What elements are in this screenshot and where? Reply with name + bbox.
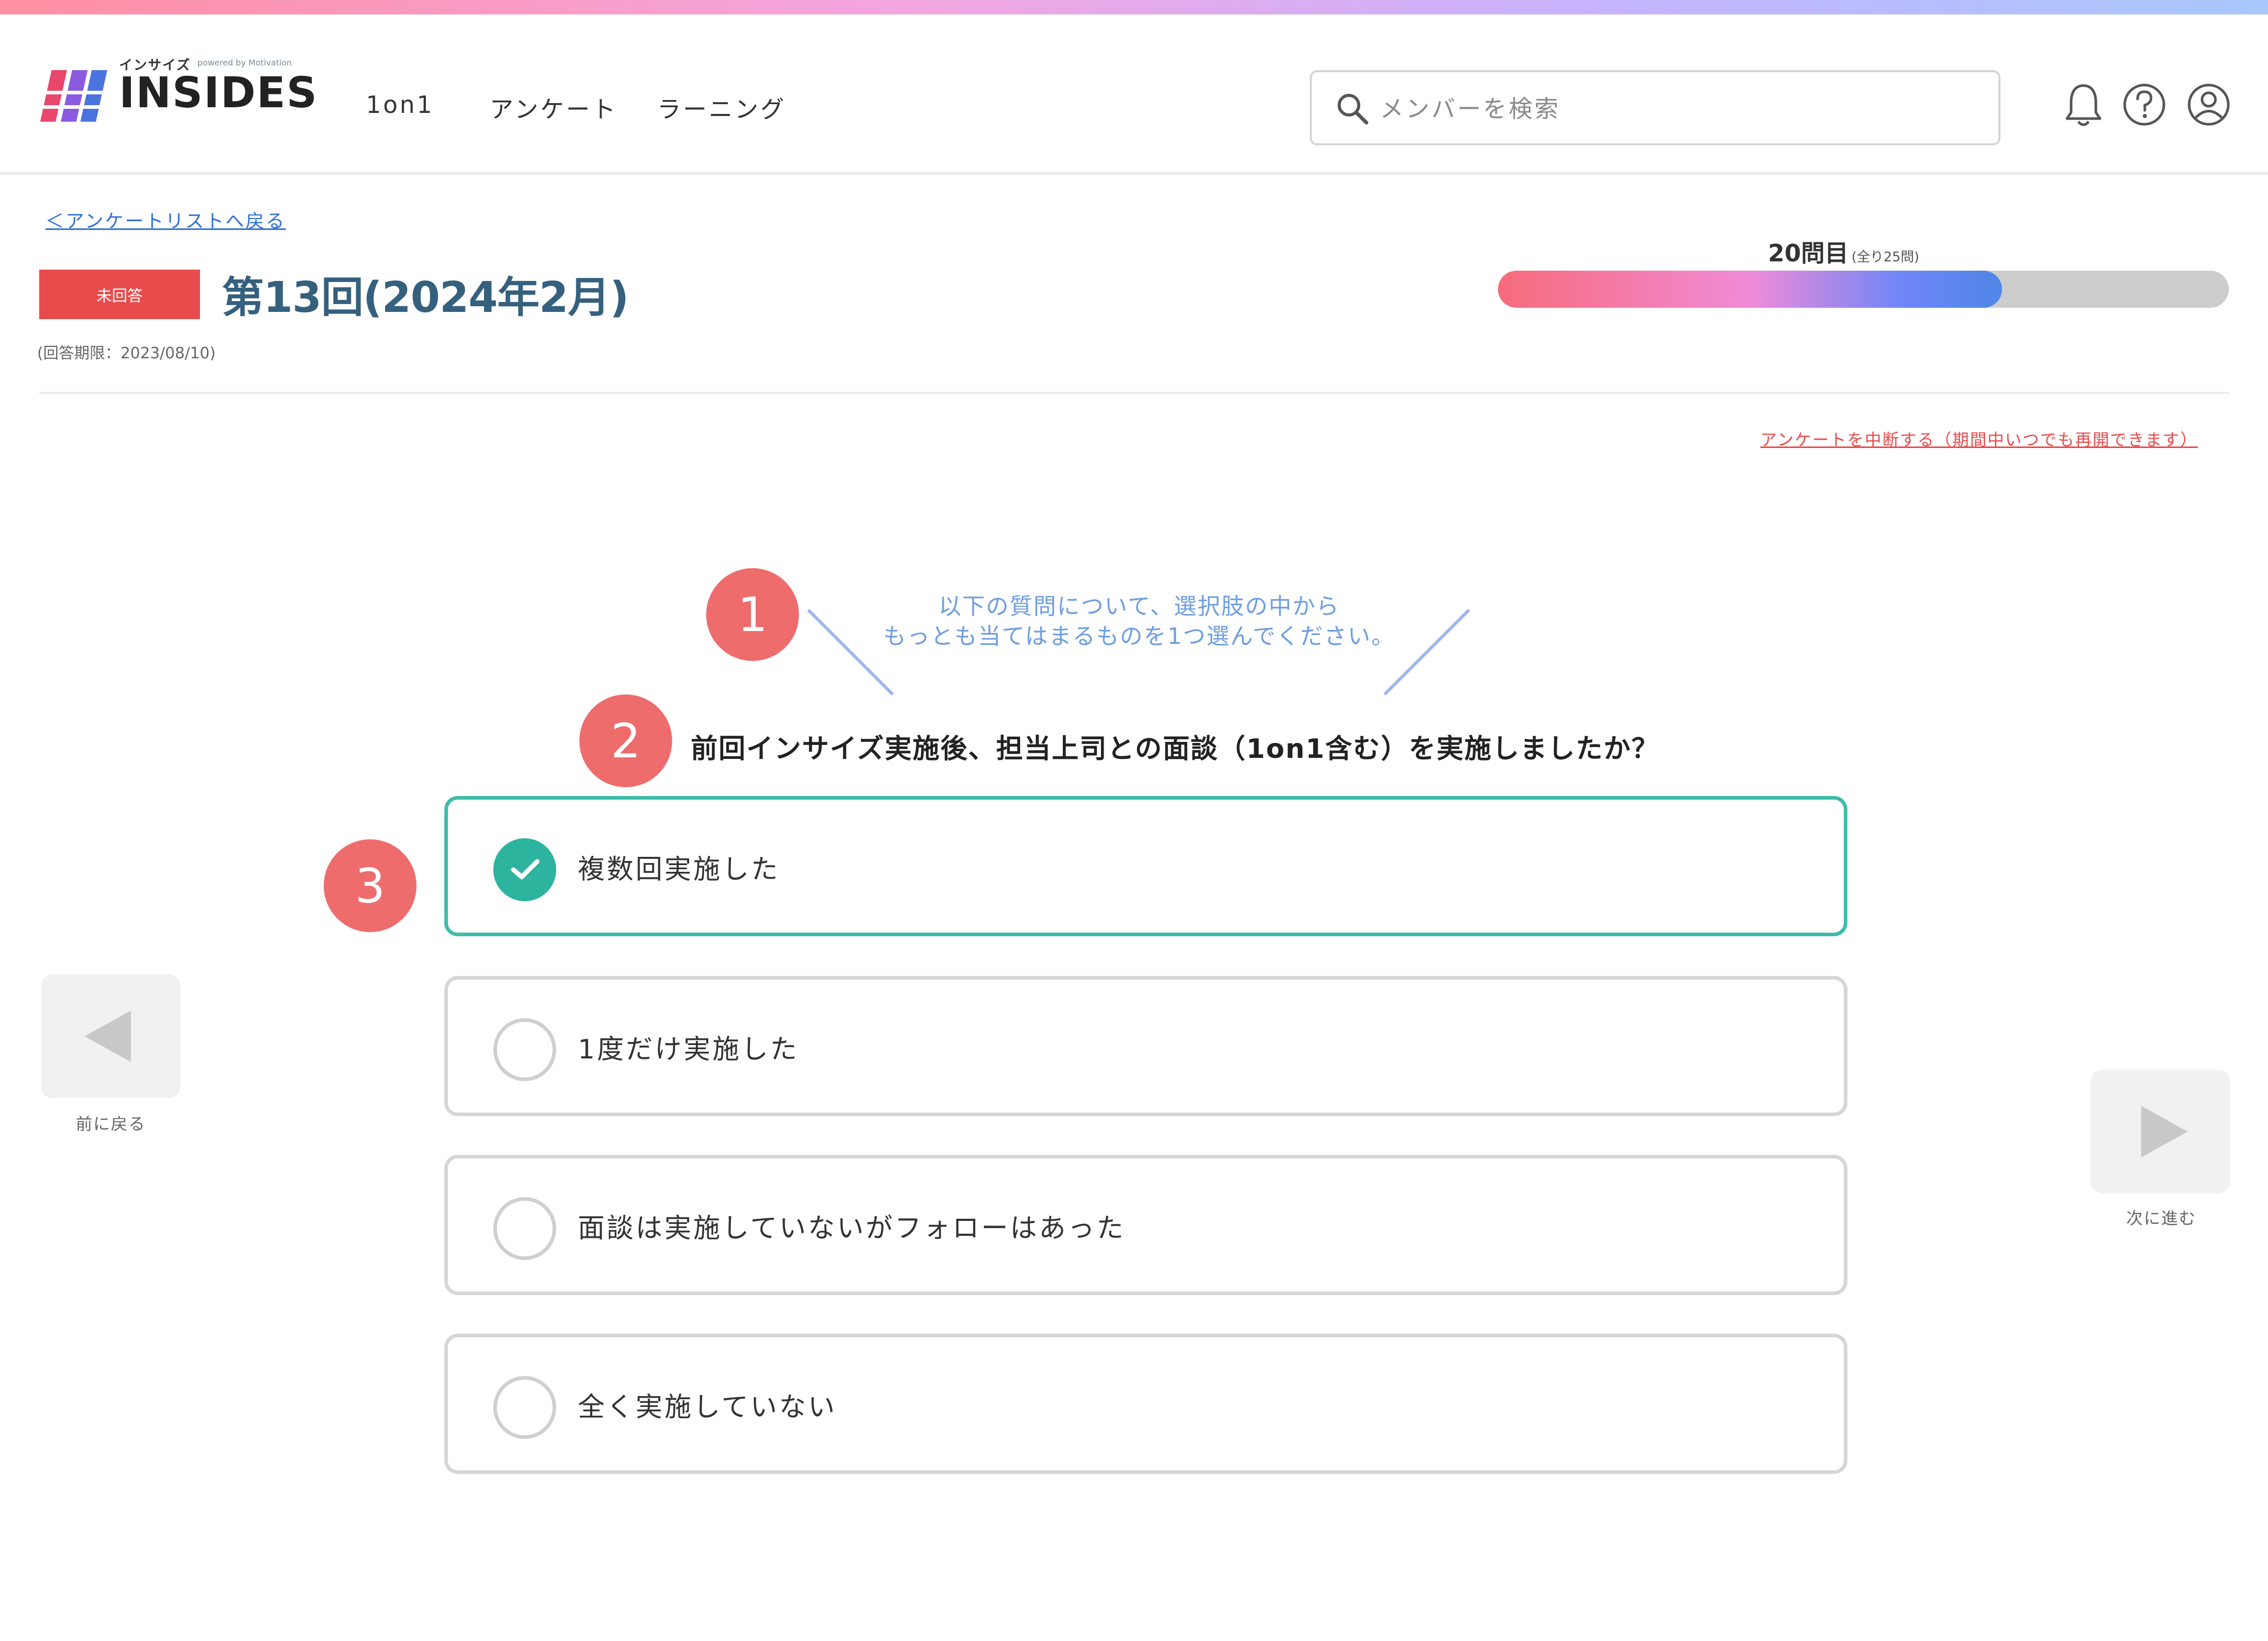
instruction-line-2: もっとも当てはまるものを1つ選んでください。 bbox=[883, 623, 1395, 650]
option-label: 複数回実施した bbox=[578, 854, 780, 885]
user-icon[interactable] bbox=[2186, 81, 2232, 128]
option-label: 1度だけ実施した bbox=[578, 1034, 799, 1065]
insides-logo[interactable]: インサイズ powered by Motivation INSIDES bbox=[40, 55, 317, 142]
progress-current: 20問目 bbox=[1768, 239, 1849, 267]
answer-option-1[interactable]: 複数回実施した bbox=[444, 796, 1847, 936]
radio-checked[interactable] bbox=[493, 838, 556, 901]
member-search[interactable] bbox=[1310, 70, 2000, 145]
section-divider bbox=[39, 392, 2229, 394]
annotation-marker-3: 3 bbox=[324, 839, 416, 932]
status-badge: 未回答 bbox=[39, 270, 200, 319]
answer-option-2[interactable]: 1度だけ実施した bbox=[444, 976, 1847, 1116]
radio-unchecked[interactable] bbox=[493, 1018, 556, 1081]
option-label: 全く実施していない bbox=[578, 1392, 837, 1423]
radio-unchecked[interactable] bbox=[493, 1376, 556, 1439]
next-button[interactable] bbox=[2091, 1070, 2230, 1194]
pause-survey-link[interactable]: アンケートを中断する（期間中いつでも再開できます） bbox=[1760, 427, 2198, 451]
back-to-survey-list-link[interactable]: ＜アンケートリストへ戻る bbox=[45, 206, 286, 233]
progress-fill bbox=[1498, 271, 2003, 308]
nav-survey[interactable]: アンケート bbox=[490, 91, 618, 125]
instruction-text: 以下の質問について、選択肢の中から もっとも当てはまるものを1つ選んでください。 bbox=[804, 592, 1474, 652]
prev-button[interactable] bbox=[41, 974, 180, 1098]
option-label: 面談は実施していないがフォローはあった bbox=[578, 1213, 1126, 1244]
nav-1on1[interactable]: 1on1 bbox=[366, 91, 434, 119]
prev-label: 前に戻る bbox=[75, 1114, 146, 1134]
progress-label: 20問目 (全り25問) bbox=[1768, 235, 1919, 269]
progress-track bbox=[1498, 271, 2229, 308]
annotation-marker-1: 1 bbox=[706, 568, 799, 661]
radio-unchecked[interactable] bbox=[493, 1197, 556, 1260]
nav-learning[interactable]: ラーニング bbox=[657, 91, 786, 125]
logo-mark-icon bbox=[40, 70, 107, 122]
logo-wordmark: INSIDES bbox=[119, 69, 318, 118]
answer-option-4[interactable]: 全く実施していない bbox=[444, 1334, 1847, 1474]
annotation-marker-2: 2 bbox=[579, 694, 672, 787]
next-label: 次に進む bbox=[2126, 1208, 2196, 1228]
instruction-line-1: 以下の質問について、選択肢の中から bbox=[938, 593, 1340, 620]
page-title: 第13回(2024年2月) bbox=[222, 273, 629, 322]
deadline-text: (回答期限：2023/08/10) bbox=[37, 344, 216, 362]
search-input[interactable] bbox=[1379, 88, 1974, 130]
logo-powered-by: powered by Motivation bbox=[197, 58, 292, 68]
check-icon bbox=[511, 859, 540, 880]
help-icon[interactable] bbox=[2121, 81, 2167, 128]
triangle-left-icon bbox=[85, 1010, 131, 1062]
progress-total: (全り25問) bbox=[1852, 250, 1920, 265]
question-text: 前回インサイズ実施後、担当上司との面談（1on1含む）を実施しましたか？ bbox=[691, 734, 1660, 765]
app-header: インサイズ powered by Motivation INSIDES 1on1… bbox=[0, 14, 2268, 175]
answer-option-3[interactable]: 面談は実施していないがフォローはあった bbox=[444, 1155, 1847, 1295]
top-gradient-stripe bbox=[0, 0, 2268, 14]
bell-icon[interactable] bbox=[2063, 81, 2104, 128]
triangle-right-icon bbox=[2141, 1106, 2188, 1157]
search-icon bbox=[1338, 94, 1369, 125]
